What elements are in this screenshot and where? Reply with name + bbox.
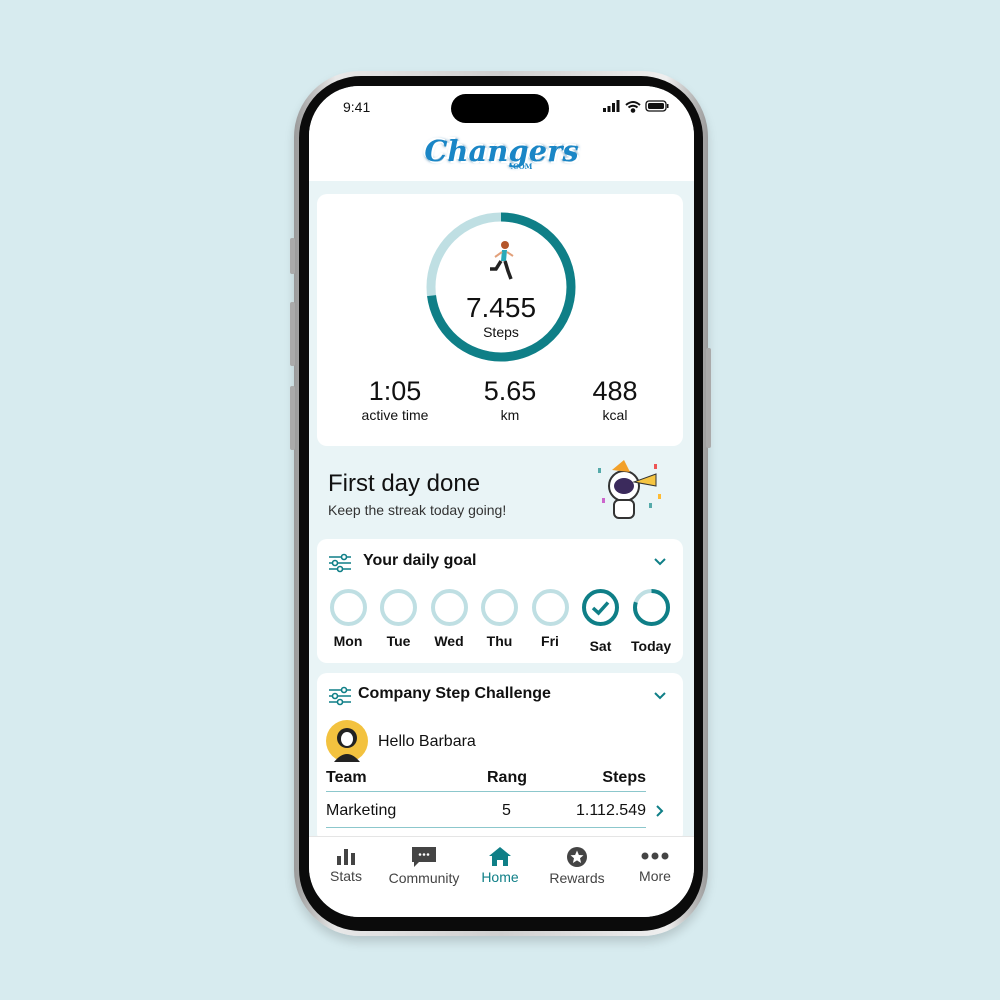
chevron-right-icon[interactable] (656, 805, 664, 817)
battery-icon (645, 100, 669, 112)
sliders-icon (329, 553, 351, 573)
column-header-steps: Steps (602, 769, 646, 786)
day-mon[interactable]: Mon (328, 589, 368, 649)
astronaut-celebration-illustration (598, 460, 661, 519)
bar-chart-icon (337, 849, 355, 865)
challenge-card: Company Step Challenge Hello Barbara Tea… (317, 673, 683, 843)
nav-home[interactable]: Home (460, 847, 540, 885)
nav-stats[interactable]: Stats (309, 847, 386, 884)
home-icon (489, 847, 511, 866)
day-label: Today (631, 638, 672, 654)
day-label: Tue (386, 633, 411, 649)
day-label: Fri (541, 633, 559, 649)
stat-distance: 5.65 km (483, 376, 537, 423)
day-wed[interactable]: Wed (429, 589, 469, 649)
status-time: 9:41 (343, 99, 371, 115)
day-label: Wed (434, 633, 464, 649)
more-icon (641, 852, 669, 860)
partial-progress-circle (632, 589, 670, 626)
avatar (326, 720, 368, 762)
day-label: Thu (486, 633, 513, 649)
day-thu[interactable]: Thu (480, 589, 520, 649)
daily-goal-card[interactable]: Your daily goal Mon Tue Wed Thu Fri Sat Today (317, 539, 683, 663)
nav-more[interactable]: More (615, 847, 694, 884)
status-icons (603, 100, 669, 113)
daily-goal-title: Your daily goal (363, 552, 477, 569)
check-circle-icon (582, 589, 619, 626)
signal-icon (603, 100, 620, 112)
stat-active-time: 1:05 active time (361, 376, 429, 423)
chevron-down-icon[interactable] (654, 692, 666, 700)
steps-label: Steps (483, 324, 519, 340)
nav-community[interactable]: Community (384, 847, 464, 886)
day-sat[interactable]: Sat (581, 589, 621, 654)
day-label: Mon (333, 633, 363, 649)
wifi-icon (625, 101, 641, 113)
day-fri[interactable]: Fri (530, 589, 570, 649)
stat-calories: 488 kcal (592, 376, 638, 423)
nav-rewards[interactable]: Rewards (537, 847, 617, 886)
day-tue[interactable]: Tue (379, 589, 419, 649)
bottom-nav: Stats Community Home Rewards More (309, 836, 694, 917)
dynamic-island (451, 94, 549, 123)
steps-value: 7.455 (465, 292, 537, 323)
empty-progress-circle (531, 589, 569, 626)
streak-title: First day done (328, 470, 481, 497)
sliders-icon (329, 686, 351, 706)
app-screen: 9:41 Changers .COM 7.455 Steps 1:05 active… (309, 86, 694, 917)
empty-progress-circle (329, 589, 367, 626)
challenge-title: Company Step Challenge (358, 685, 551, 702)
empty-progress-circle (481, 589, 518, 626)
day-label: Sat (589, 638, 612, 654)
star-badge-icon (567, 847, 587, 867)
empty-progress-circle (430, 589, 468, 626)
empty-progress-circle (380, 589, 417, 626)
runner-icon (490, 241, 514, 280)
changers-logo: Changers .COM (424, 134, 579, 171)
streak-subtitle: Keep the streak today going! (328, 502, 507, 518)
column-header-team: Team (326, 769, 367, 786)
chevron-down-icon[interactable] (654, 558, 666, 566)
activity-card: 7.455 Steps 1:05 active time 5.65 km 488 kc… (317, 194, 683, 446)
chat-icon (412, 847, 436, 867)
column-header-rank: Rang (487, 769, 527, 786)
day-today[interactable]: Today (631, 589, 671, 654)
greeting: Hello Barbara (378, 733, 476, 750)
